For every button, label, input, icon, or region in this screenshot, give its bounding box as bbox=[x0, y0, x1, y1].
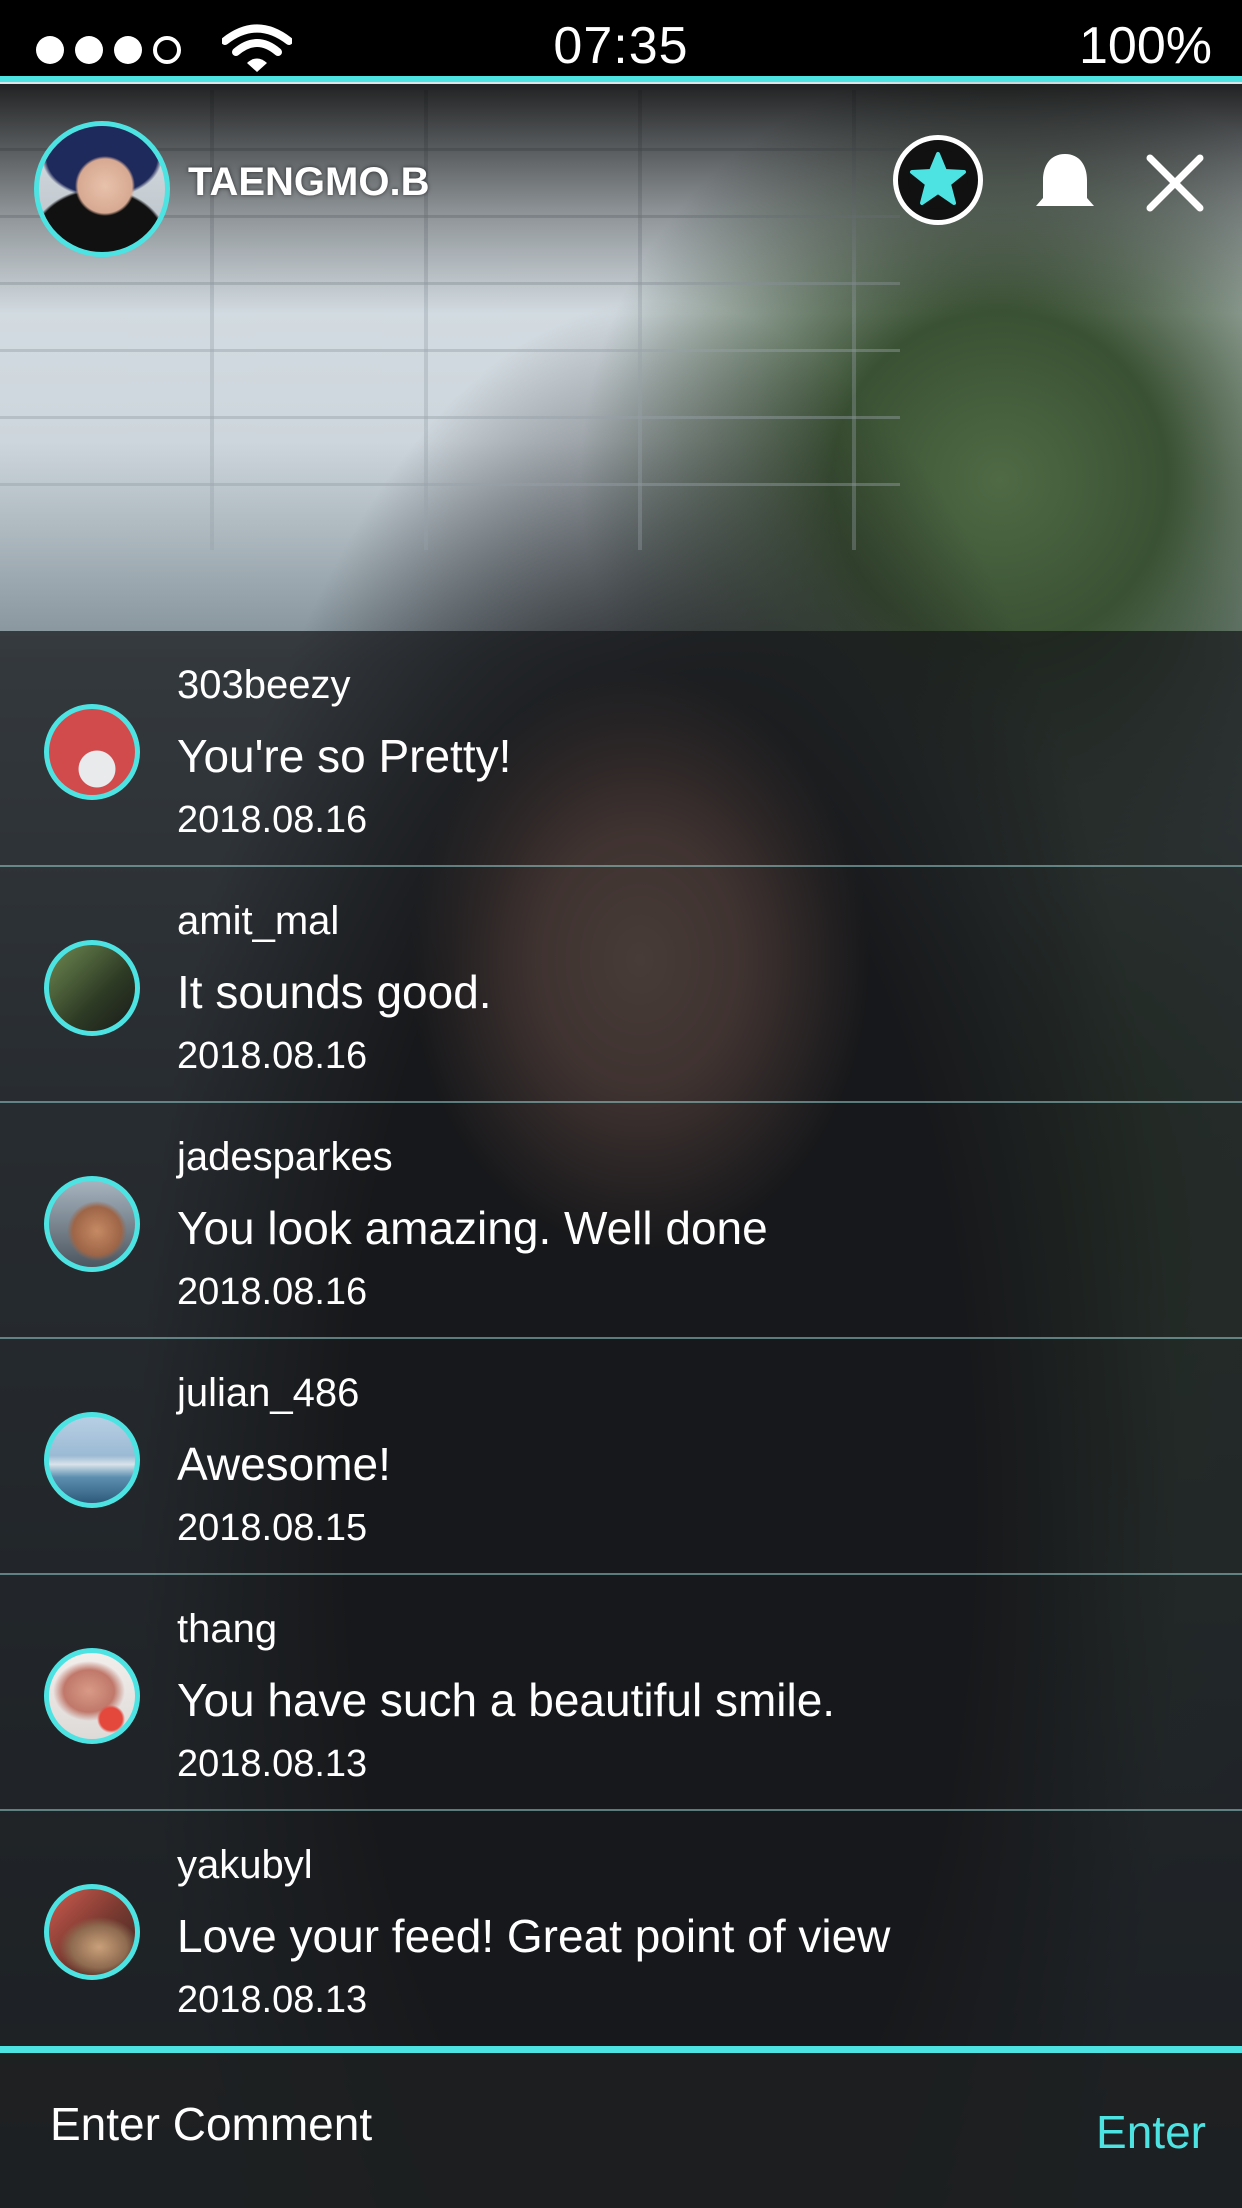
commenter-name[interactable]: amit_mal bbox=[177, 899, 339, 944]
commenter-name[interactable]: julian_486 bbox=[177, 1371, 359, 1416]
comment-row: yakubyl Love your feed! Great point of v… bbox=[0, 1811, 1242, 2047]
status-time: 07:35 bbox=[553, 17, 689, 75]
comment-date: 2018.08.16 bbox=[177, 1271, 368, 1313]
comment-text: You look amazing. Well done bbox=[177, 1202, 768, 1254]
profile-avatar[interactable] bbox=[34, 121, 170, 257]
comment-row: julian_486 Awesome! 2018.08.15 bbox=[0, 1339, 1242, 1575]
favorite-button[interactable] bbox=[893, 135, 983, 225]
comment-list[interactable]: 303beezy You're so Pretty! 2018.08.16 am… bbox=[0, 631, 1242, 2046]
comment-date: 2018.08.13 bbox=[177, 1979, 368, 2021]
live-comment-screen: 07:35 100% TAENGMO.B 303beezy You're so … bbox=[0, 0, 1242, 2208]
comment-text: It sounds good. bbox=[177, 966, 492, 1018]
commenter-avatar[interactable] bbox=[44, 940, 140, 1036]
comment-text: You're so Pretty! bbox=[177, 730, 512, 782]
comment-row: amit_mal It sounds good. 2018.08.16 bbox=[0, 867, 1242, 1103]
commenter-avatar[interactable] bbox=[44, 1648, 140, 1744]
comment-date: 2018.08.16 bbox=[177, 799, 368, 841]
comment-date: 2018.08.15 bbox=[177, 1507, 368, 1549]
commenter-name[interactable]: yakubyl bbox=[177, 1843, 313, 1888]
comment-row: jadesparkes You look amazing. Well done … bbox=[0, 1103, 1242, 1339]
status-bar: 07:35 100% bbox=[0, 0, 1242, 82]
comment-date: 2018.08.16 bbox=[177, 1035, 368, 1077]
comment-date: 2018.08.13 bbox=[177, 1743, 368, 1785]
commenter-name[interactable]: 303beezy bbox=[177, 663, 350, 708]
commenter-name[interactable]: thang bbox=[177, 1607, 277, 1652]
comment-row: thang You have such a beautiful smile. 2… bbox=[0, 1575, 1242, 1811]
bell-icon[interactable] bbox=[1030, 148, 1100, 218]
comment-input[interactable]: Enter Comment bbox=[50, 2097, 372, 2151]
commenter-avatar[interactable] bbox=[44, 1412, 140, 1508]
commenter-name[interactable]: jadesparkes bbox=[177, 1135, 393, 1180]
comment-row: 303beezy You're so Pretty! 2018.08.16 bbox=[0, 631, 1242, 867]
enter-button[interactable]: Enter bbox=[1096, 2105, 1206, 2159]
comment-text: Love your feed! Great point of view bbox=[177, 1910, 891, 1962]
commenter-avatar[interactable] bbox=[44, 704, 140, 800]
profile-header: TAENGMO.B bbox=[0, 88, 1242, 288]
comment-input-bar: Enter Comment Enter bbox=[0, 2046, 1242, 2208]
comment-text: Awesome! bbox=[177, 1438, 391, 1490]
commenter-avatar[interactable] bbox=[44, 1884, 140, 1980]
profile-username[interactable]: TAENGMO.B bbox=[188, 160, 429, 205]
comment-text: You have such a beautiful smile. bbox=[177, 1674, 836, 1726]
close-icon[interactable] bbox=[1140, 148, 1210, 218]
battery-level: 100% bbox=[1079, 17, 1212, 75]
commenter-avatar[interactable] bbox=[44, 1176, 140, 1272]
star-icon bbox=[908, 149, 968, 209]
